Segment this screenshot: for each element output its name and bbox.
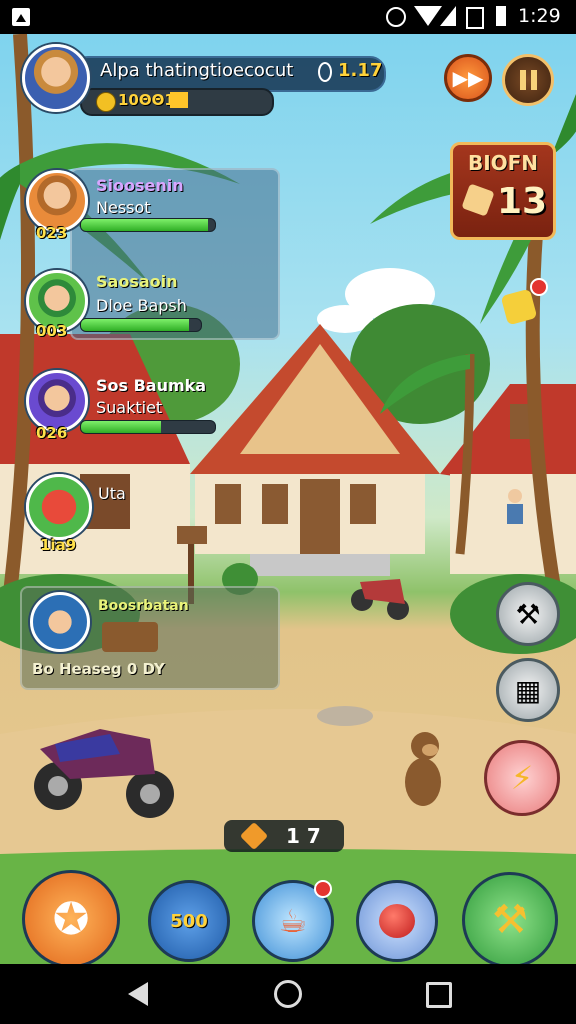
villager-avatar	[26, 370, 88, 432]
villager-level: 003	[36, 322, 68, 340]
nosim-icon	[466, 7, 484, 29]
villager-name: Saosaoin	[96, 272, 178, 291]
villager-progress	[80, 420, 216, 434]
skip-icon: ▶▶	[452, 66, 484, 90]
shop-subtitle: Bo Heaseg 0 DY	[32, 660, 165, 678]
back-button[interactable]	[128, 982, 148, 1006]
item-count: 1 7	[286, 824, 321, 848]
carrot-icon	[239, 821, 269, 851]
coin-fill	[170, 92, 188, 108]
notification-dot	[530, 278, 548, 296]
inventory-button[interactable]: ▦	[496, 658, 560, 722]
hammer-icon: ⚒	[515, 597, 541, 631]
alarm-icon	[386, 7, 406, 27]
bag-icon: ▦	[514, 673, 542, 707]
cup-icon: ☕	[278, 902, 308, 940]
pause-button[interactable]	[502, 54, 554, 106]
villager-name: Sioosenin	[96, 176, 184, 195]
status-bar: 1:29	[0, 0, 576, 34]
achievement-badge[interactable]: BIOFN 13	[450, 142, 556, 240]
tool-icon: ⚒	[492, 897, 528, 943]
coin-icon	[96, 92, 116, 112]
quests-tag: 500	[170, 910, 208, 932]
notification-dot	[314, 880, 332, 898]
villager-task: Nessot	[96, 198, 151, 217]
boost-button[interactable]: ⚡	[484, 740, 560, 816]
wifi-icon	[414, 6, 442, 26]
apple-icon	[379, 904, 415, 938]
villager-level: 023	[36, 224, 68, 242]
signal-icon	[440, 6, 456, 26]
shop-name: Boosrbatan	[98, 598, 189, 614]
shop-avatar	[30, 592, 90, 652]
key-icon	[318, 62, 332, 82]
basket-icon	[102, 622, 158, 652]
badge-title: BIOFN	[467, 151, 539, 175]
player-name: Alpa thatingtioecocut	[100, 60, 294, 81]
skip-button[interactable]: ▶▶	[444, 54, 492, 102]
compass-button[interactable]: ✪	[22, 870, 120, 964]
player-avatar[interactable]	[22, 44, 90, 112]
compass-icon: ✪	[52, 893, 90, 945]
villager-avatar	[26, 474, 92, 540]
clock: 1:29	[518, 5, 561, 27]
villager-progress	[80, 318, 202, 332]
villager-task: Dloe Bapsh	[96, 296, 187, 315]
lightning-icon: ⚡	[510, 759, 534, 797]
villager-name: Sos Baumka	[96, 376, 207, 395]
game-scene[interactable]: Alpa thatingtioecocut 1.17 10ΘΘ15 ▶▶ BIO…	[0, 34, 576, 964]
quests-button[interactable]: 500	[148, 880, 230, 962]
home-button[interactable]	[274, 980, 302, 1008]
recents-button[interactable]	[426, 982, 452, 1008]
pause-icon	[519, 70, 537, 90]
badge-value: 13	[497, 181, 548, 222]
villager-progress	[80, 218, 216, 232]
trophy-icon	[461, 183, 495, 217]
app-notification-icon	[12, 8, 30, 26]
villager-task: Suaktiet	[96, 398, 163, 417]
shop-panel[interactable]: Boosrbatan Bo Heaseg 0 DY	[20, 586, 280, 690]
build-button[interactable]: ⚒	[496, 582, 560, 646]
item-counter: 1 7	[224, 820, 344, 852]
villager-level: 026	[36, 424, 68, 442]
battery-icon	[496, 6, 506, 26]
navigation-bar	[0, 964, 576, 1024]
tools-button[interactable]: ⚒	[462, 872, 558, 964]
villager-avatar	[26, 170, 88, 232]
villager-level: 1ia9	[40, 536, 77, 554]
food-button[interactable]	[356, 880, 438, 962]
villager-name: Uta	[98, 484, 126, 503]
player-count: 1.17	[338, 60, 383, 81]
